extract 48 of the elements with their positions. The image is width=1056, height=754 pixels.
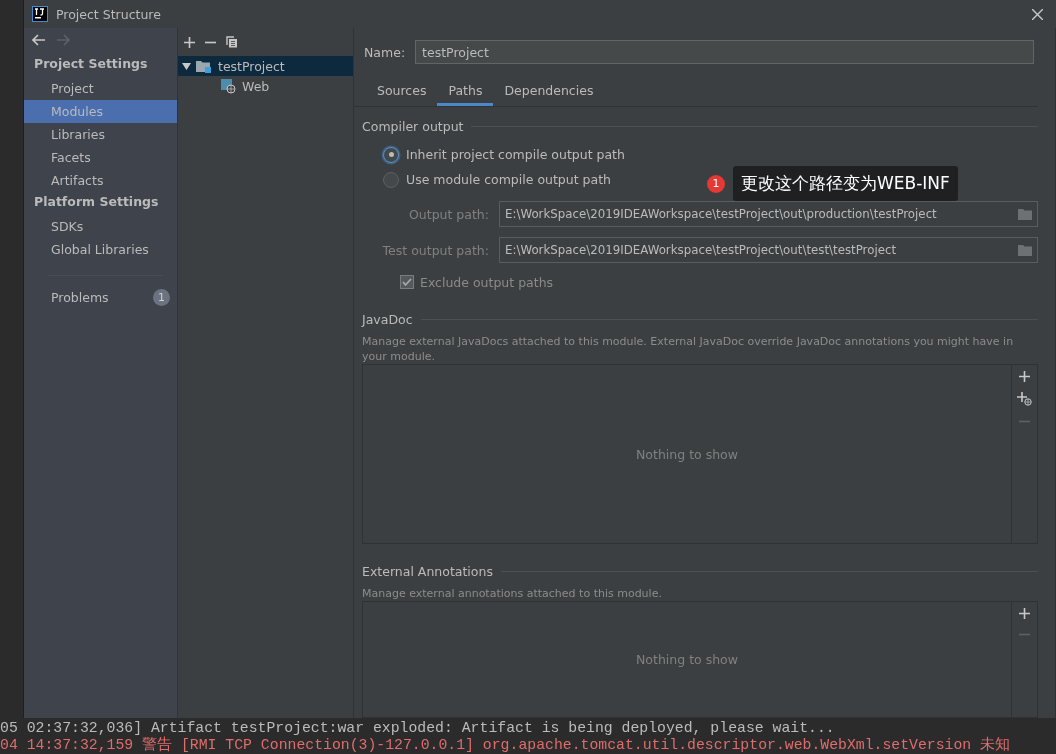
add-icon[interactable] [184,36,195,48]
section-description: Manage external annotations attached to this module. [362,586,663,601]
nav-item[interactable]: Facets [24,146,177,169]
add-icon[interactable] [1019,608,1030,619]
console-line: 05 02:37:32,036] Artifact testProject:war exploded: Artifact is being deployed, please wait... [0,720,836,736]
expanded-arrow-icon[interactable] [182,61,191,71]
empty-text: Nothing to show [636,652,738,667]
window-title: Project Structure [56,6,162,22]
tab[interactable]: Paths [437,80,494,106]
nav-section-title: Project Settings [33,55,149,73]
step-badge: 1 [707,174,725,193]
section-title: External Annotations [362,564,493,579]
count-badge: 1 [153,288,170,306]
checkbox-label: Exclude output paths [420,274,554,290]
tab[interactable]: Sources [366,80,438,106]
tree-item[interactable]: testProject [178,56,353,76]
annotation-callout: 更改这个路径变为WEB-INF [733,166,958,201]
path-label: Output path: [407,206,489,222]
empty-text: Nothing to show [636,446,738,462]
name-field[interactable]: testProject [415,40,1034,64]
radio-button[interactable] [383,146,399,163]
nav-item[interactable]: Project [24,77,177,100]
web-globe-icon [220,78,236,94]
nav-item[interactable]: Global Libraries [24,238,177,261]
radio-button[interactable] [383,171,399,188]
nav-item[interactable]: SDKs [24,215,177,238]
module-folder-icon [195,58,212,74]
radio-label: Use module compile output path [406,172,611,187]
tree-item[interactable]: Web [178,76,353,96]
nav-item[interactable]: Libraries [24,123,177,146]
name-label: Name: [364,44,406,60]
section-title: JavaDoc [362,312,413,327]
radio-label: Inherit project compile output path [406,147,625,162]
nav-item[interactable]: Modules [24,100,177,123]
back-arrow-icon[interactable] [32,34,46,46]
path-label: Test output path: [381,242,489,258]
section-description: Manage external JavaDocs attached to this module. External JavaDoc override JavaDoc annotations you might have in your module. [362,334,1015,364]
nav-item[interactable]: Problems [51,289,109,305]
nav-section-title: Platform Settings [33,193,160,211]
app-logo-icon [32,6,48,22]
section-title: Compiler output [362,119,464,134]
console-line: 04 14:37:32,159 警告 [RMI TCP Connection(3)-127.0.0.1] org.apache.tomcat.util.descriptor.web.WebXml.setVersion 未知 [0,737,1012,754]
add-globe-icon[interactable] [1017,392,1032,406]
tab[interactable]: Dependencies [493,80,605,106]
add-icon[interactable] [1019,371,1030,382]
copy-icon[interactable] [226,36,238,48]
nav-item[interactable]: Artifacts [24,169,177,192]
close-icon [1031,8,1043,20]
